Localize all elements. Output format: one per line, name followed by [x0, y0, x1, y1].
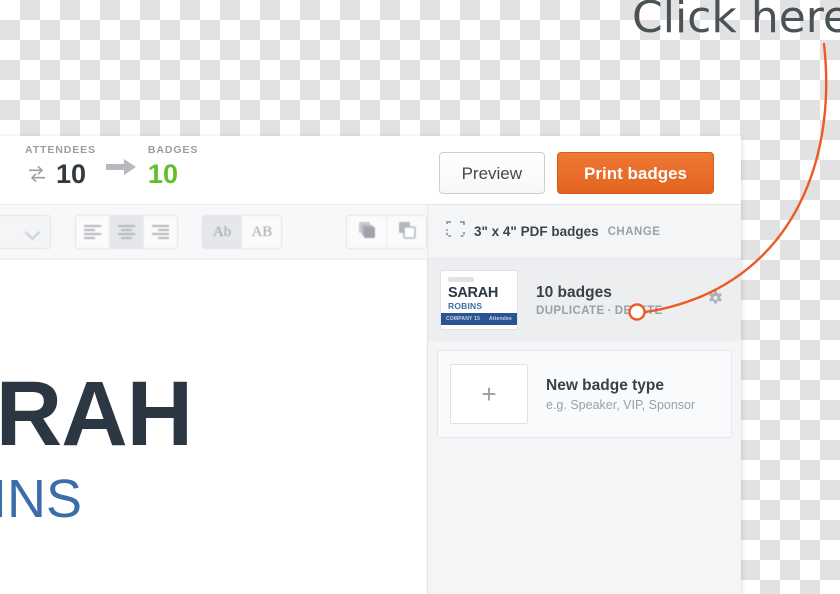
- thumbnail-footer-right: Attendee: [489, 316, 512, 322]
- align-left-icon: [83, 223, 101, 241]
- screenshot-root: ATTENDEES 10 BADGES 10 Preview Print bad…: [0, 0, 840, 594]
- attendees-stat: ATTENDEES 10 BADGES 10: [25, 144, 198, 191]
- arrow-right-icon: [96, 159, 148, 175]
- bring-to-front-icon: [357, 220, 377, 245]
- editor-toolbar: Ab AB: [0, 205, 427, 260]
- new-badge-type-row[interactable]: + New badge type e.g. Speaker, VIP, Spon…: [437, 350, 732, 438]
- bring-to-front-button[interactable]: [347, 216, 388, 248]
- badges-value: 10: [147, 158, 178, 189]
- click-here-callout: Click here: [632, 0, 840, 43]
- badge-settings-button[interactable]: [706, 288, 729, 312]
- font-select[interactable]: [0, 215, 51, 249]
- app-body: Ab AB RAH INS 3" x 4" PDF badges CHANGE …: [0, 205, 741, 594]
- new-badge-info: New badge type e.g. Speaker, VIP, Sponso…: [528, 377, 719, 412]
- badges-label: BADGES: [147, 144, 199, 156]
- attendees-value: 10: [56, 158, 87, 189]
- layer-group: [346, 215, 427, 249]
- align-center-button[interactable]: [109, 216, 144, 248]
- send-to-back-button[interactable]: [387, 216, 426, 248]
- badge-types-panel: 3" x 4" PDF badges CHANGE SARAH ROBINS C…: [427, 205, 741, 594]
- thumbnail-logo: [448, 277, 474, 282]
- badge-thumbnail: SARAH ROBINS COMPANY 15 Attendee: [440, 270, 518, 330]
- thumbnail-last-name: ROBINS: [448, 301, 483, 311]
- new-badge-subtitle: e.g. Speaker, VIP, Sponsor: [546, 397, 696, 412]
- badge-size-label: 3" x 4" PDF badges: [474, 224, 599, 239]
- duplicate-link[interactable]: DUPLICATE: [536, 305, 605, 317]
- new-badge-title: New badge type: [546, 376, 664, 394]
- print-badges-button[interactable]: Print badges: [557, 152, 714, 194]
- thumbnail-footer: COMPANY 15 Attendee: [441, 313, 517, 325]
- text-case-group: Ab AB: [201, 215, 283, 249]
- editor-pane: Ab AB RAH INS: [0, 205, 427, 594]
- attendees-label: ATTENDEES: [25, 144, 96, 156]
- badge-size-header: 3" x 4" PDF badges CHANGE: [428, 205, 741, 259]
- topbar-actions: Preview Print badges: [438, 152, 714, 194]
- align-right-button[interactable]: [143, 216, 177, 248]
- app-window: ATTENDEES 10 BADGES 10 Preview Print bad…: [0, 136, 741, 594]
- text-align-group: [74, 215, 178, 249]
- text-case-upper-button[interactable]: AB: [242, 216, 282, 248]
- align-center-icon: [117, 223, 135, 241]
- align-left-button[interactable]: [75, 216, 110, 248]
- thumbnail-footer-left: COMPANY 15: [446, 316, 481, 322]
- badge-type-info: 10 badges DUPLICATE · DELETE: [518, 284, 706, 317]
- badge-canvas[interactable]: LOGO SARAH ROBINS: [0, 260, 427, 594]
- badge-count-label: 10 badges: [536, 283, 612, 301]
- thumbnail-first-name: SARAH: [448, 285, 499, 301]
- action-separator: ·: [607, 304, 612, 317]
- text-case-sentence-button[interactable]: Ab: [202, 216, 243, 248]
- canvas-first-name[interactable]: SARAH: [0, 368, 193, 460]
- canvas-last-name[interactable]: ROBINS: [0, 472, 82, 526]
- delete-link[interactable]: DELETE: [615, 305, 663, 317]
- preview-button[interactable]: Preview: [438, 152, 546, 194]
- align-right-icon: [151, 223, 169, 241]
- chevron-down-icon: [24, 224, 40, 241]
- new-badge-thumbnail: +: [450, 364, 528, 424]
- stat-badges: BADGES 10: [148, 144, 198, 191]
- gear-icon: [706, 290, 725, 311]
- stat-attendees: ATTENDEES 10: [25, 144, 96, 191]
- badge-row-actions: DUPLICATE · DELETE: [536, 305, 706, 317]
- refresh-icon[interactable]: [25, 162, 49, 186]
- send-to-back-icon: [397, 220, 417, 245]
- change-size-link[interactable]: CHANGE: [608, 226, 661, 238]
- badge-type-row[interactable]: SARAH ROBINS COMPANY 15 Attendee 10 badg…: [428, 259, 741, 341]
- top-bar: ATTENDEES 10 BADGES 10 Preview Print bad…: [0, 136, 741, 205]
- page-size-icon: [446, 220, 465, 243]
